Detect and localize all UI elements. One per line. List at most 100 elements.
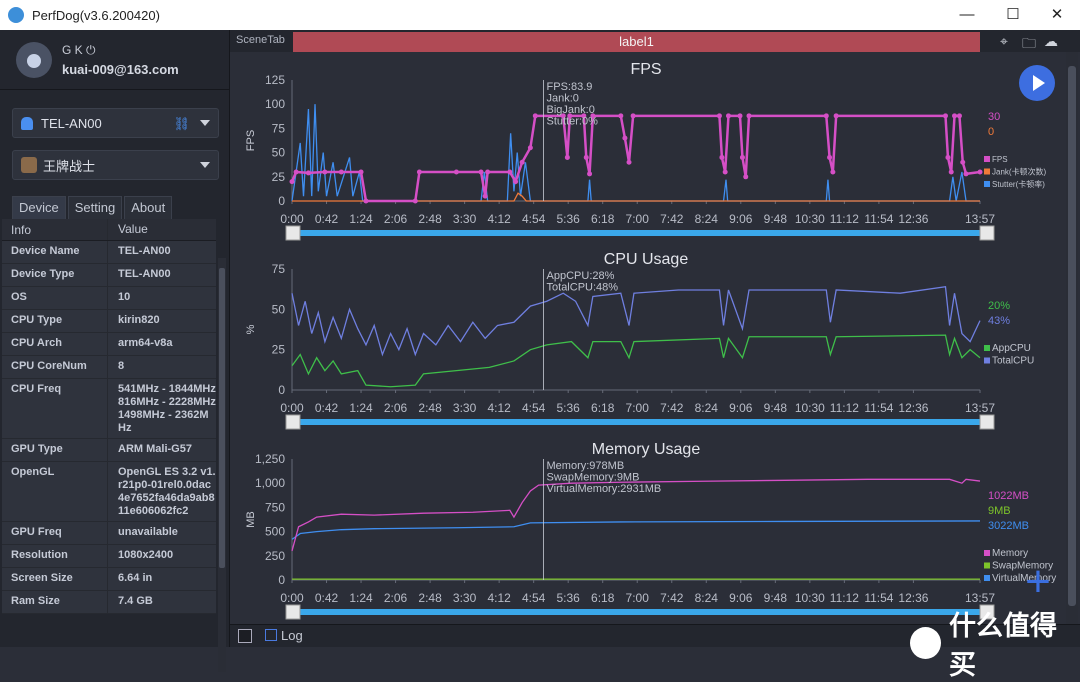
tooltip-text: AppCPU:28% bbox=[547, 270, 615, 282]
fps-point bbox=[963, 171, 969, 177]
tooltip-text: FPS:83.9 bbox=[547, 81, 593, 93]
legend-item[interactable]: Stutter(卡顿率) bbox=[992, 179, 1045, 189]
tooltip-text: Memory:978MB bbox=[547, 460, 625, 472]
x-tick-label: 9:48 bbox=[764, 591, 788, 605]
x-tick-label: 2:06 bbox=[384, 591, 408, 605]
x-tick-label: 8:24 bbox=[695, 401, 719, 415]
fps-point bbox=[583, 154, 589, 160]
x-tick-label: 12:36 bbox=[898, 591, 928, 605]
fps-point bbox=[587, 171, 593, 177]
x-tick-label: 3:30 bbox=[453, 401, 477, 415]
x-tick-label: 5:36 bbox=[557, 591, 581, 605]
y-tick-label: 1,000 bbox=[255, 476, 285, 490]
range-slider-track[interactable] bbox=[296, 230, 984, 236]
fps-point bbox=[532, 113, 538, 119]
range-slider-end-handle[interactable] bbox=[979, 414, 995, 430]
tooltip-text: Jank:0 bbox=[547, 93, 579, 105]
fps-point bbox=[289, 179, 295, 185]
add-button[interactable]: + bbox=[1020, 560, 1056, 604]
x-tick-label: 4:12 bbox=[487, 591, 511, 605]
fps-point bbox=[945, 154, 951, 160]
current-value: 1022MB bbox=[988, 490, 1029, 502]
fps-point bbox=[960, 159, 966, 165]
x-tick-label: 5:36 bbox=[557, 212, 581, 226]
x-tick-label: 9:48 bbox=[764, 401, 788, 415]
fps-point bbox=[743, 174, 749, 180]
range-slider-start-handle[interactable] bbox=[285, 225, 301, 241]
x-tick-label: 9:48 bbox=[764, 212, 788, 226]
main-scrollbar[interactable] bbox=[1066, 52, 1078, 624]
range-slider-track[interactable] bbox=[296, 609, 984, 615]
current-value: 43% bbox=[988, 315, 1010, 327]
y-tick-label: 0 bbox=[278, 194, 285, 208]
range-slider-start-handle[interactable] bbox=[285, 604, 301, 620]
legend-item[interactable]: Jank(卡顿次数) bbox=[992, 167, 1047, 177]
log-checkbox[interactable] bbox=[265, 629, 277, 641]
x-tick-label: 7:00 bbox=[626, 212, 650, 226]
x-tick-label: 10:30 bbox=[795, 212, 825, 226]
x-tick-label: 2:48 bbox=[418, 591, 442, 605]
x-tick-label: 2:48 bbox=[418, 401, 442, 415]
x-tick-label: 8:24 bbox=[695, 212, 719, 226]
y-tick-label: 50 bbox=[272, 146, 286, 160]
current-value: 20% bbox=[988, 300, 1010, 312]
tooltip-text: Stutter:0% bbox=[547, 116, 599, 128]
legend-swatch bbox=[984, 156, 990, 162]
x-tick-label: 5:36 bbox=[557, 401, 581, 415]
chart-1: CPU Usage% 0 25 50 75 0:00 0:42 1:24 2:06 2:48 3:3… bbox=[245, 251, 1034, 430]
y-tick-label: 100 bbox=[265, 97, 285, 111]
fps-point bbox=[485, 169, 491, 175]
x-tick-label: 8:24 bbox=[695, 591, 719, 605]
y-tick-label: 0 bbox=[278, 573, 285, 587]
legend-item[interactable]: TotalCPU bbox=[992, 356, 1034, 367]
fps-point bbox=[952, 113, 958, 119]
x-tick-label: 4:12 bbox=[487, 212, 511, 226]
y-tick-label: 250 bbox=[265, 549, 285, 563]
x-tick-label: 0:42 bbox=[315, 212, 339, 226]
series-line-fps bbox=[290, 114, 981, 203]
x-tick-label: 11:54 bbox=[864, 591, 893, 605]
legend-item[interactable]: FPS bbox=[992, 155, 1008, 164]
x-tick-label: 4:54 bbox=[522, 591, 546, 605]
x-tick-label: 7:42 bbox=[660, 401, 684, 415]
x-tick-label: 0:42 bbox=[315, 591, 339, 605]
fps-point bbox=[719, 154, 725, 160]
x-tick-label: 6:18 bbox=[591, 212, 615, 226]
current-value: 0 bbox=[988, 126, 994, 138]
x-tick-label: 2:06 bbox=[384, 212, 408, 226]
x-tick-label: 0:00 bbox=[280, 401, 304, 415]
tooltip-text: BigJank:0 bbox=[547, 104, 595, 116]
chart-title: Memory Usage bbox=[592, 441, 701, 458]
fps-point bbox=[305, 170, 311, 176]
x-tick-label: 0:42 bbox=[315, 401, 339, 415]
fps-point bbox=[739, 154, 745, 160]
legend-item[interactable]: Memory bbox=[992, 548, 1028, 559]
fps-point bbox=[737, 113, 743, 119]
x-tick-label: 4:54 bbox=[522, 212, 546, 226]
x-tick-label: 7:00 bbox=[626, 401, 650, 415]
y-tick-label: 0 bbox=[278, 383, 285, 397]
y-axis-label: MB bbox=[245, 511, 257, 528]
x-tick-label: 7:42 bbox=[660, 591, 684, 605]
chart-0: FPS FPS 0 25 50 75 100 125 0:00 0:42 1:24 2:06 2:48 3… bbox=[245, 61, 1047, 241]
fps-point bbox=[513, 179, 519, 185]
x-tick-label: 3:30 bbox=[453, 212, 477, 226]
x-tick-label: 12:36 bbox=[898, 212, 928, 226]
fps-point bbox=[416, 169, 422, 175]
collapse-toggle-icon[interactable] bbox=[238, 629, 252, 643]
range-slider-end-handle[interactable] bbox=[979, 225, 995, 241]
fps-point bbox=[527, 145, 533, 151]
legend-item[interactable]: AppCPU bbox=[992, 343, 1031, 354]
fps-point bbox=[725, 113, 731, 119]
play-button[interactable] bbox=[1019, 65, 1055, 101]
y-axis-label: % bbox=[245, 324, 257, 334]
range-slider-track[interactable] bbox=[296, 419, 984, 425]
y-tick-label: 500 bbox=[265, 525, 285, 539]
x-tick-label: 0:00 bbox=[280, 212, 304, 226]
series-line-totalcpu bbox=[291, 286, 981, 357]
y-tick-label: 75 bbox=[272, 262, 286, 276]
x-tick-label: 6:18 bbox=[591, 401, 615, 415]
x-tick-label: 4:54 bbox=[522, 401, 546, 415]
range-slider-start-handle[interactable] bbox=[285, 414, 301, 430]
fps-point bbox=[830, 169, 836, 175]
